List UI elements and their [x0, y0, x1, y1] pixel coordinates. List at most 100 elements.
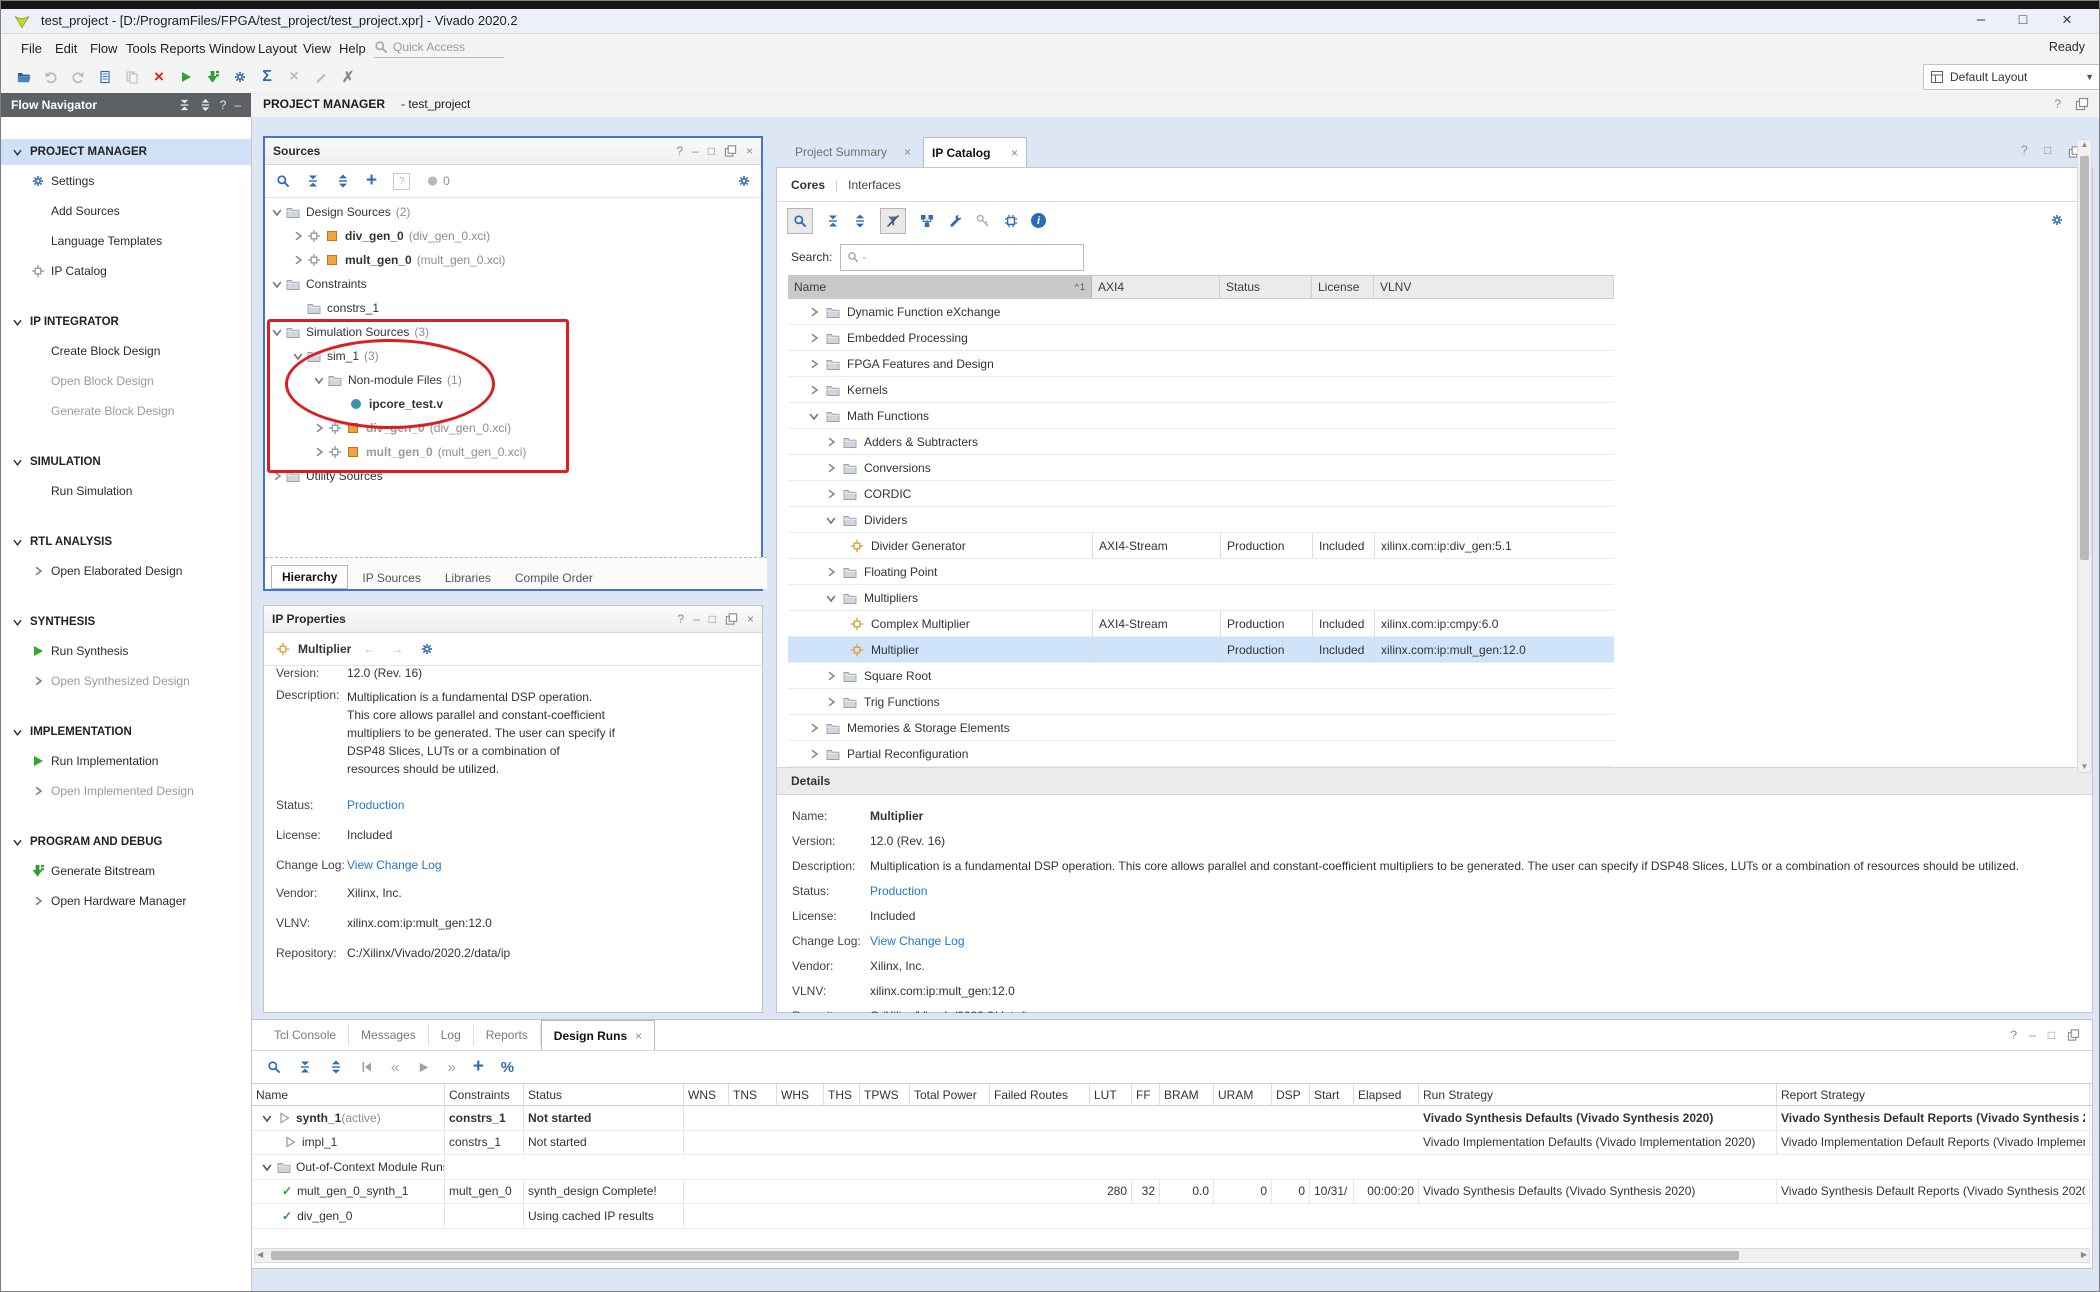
undo-icon[interactable]: [42, 68, 60, 86]
flownav-item-open-synthesized-design[interactable]: Open Synthesized Design: [1, 669, 251, 693]
close-icon[interactable]: ×: [904, 145, 911, 159]
column-header-bram[interactable]: BRAM: [1160, 1084, 1214, 1105]
generate-bitstream-icon[interactable]: [204, 68, 222, 86]
flownav-section-0[interactable]: PROJECT MANAGER: [1, 139, 251, 165]
gear-icon[interactable]: [419, 642, 434, 657]
chevron-down-icon[interactable]: [260, 1111, 274, 1125]
column-header-ths[interactable]: THS: [824, 1084, 860, 1105]
flownav-item-add-sources[interactable]: Add Sources: [1, 199, 251, 223]
scroll-left-arrow[interactable]: ◀: [257, 1250, 263, 1259]
close-icon[interactable]: ×: [746, 144, 753, 158]
catalog-row-dividers[interactable]: Dividers: [788, 507, 1614, 533]
minimize-button[interactable]: –: [1963, 11, 1999, 28]
gear-icon[interactable]: [2049, 212, 2064, 227]
flownav-item-language-templates[interactable]: Language Templates: [1, 229, 251, 253]
flownav-section-4[interactable]: SYNTHESIS: [1, 609, 251, 635]
previous-runs-icon[interactable]: «: [391, 1059, 399, 1076]
close-button[interactable]: ×: [2049, 10, 2085, 30]
design-runs-row-div-gen-0[interactable]: ✓div_gen_0Using cached IP results: [252, 1204, 2092, 1229]
flownav-item-run-implementation[interactable]: Run Implementation: [1, 749, 251, 773]
hierarchy-view-icon[interactable]: [919, 213, 934, 228]
flownav-item-open-elaborated-design[interactable]: Open Elaborated Design: [1, 559, 251, 583]
catalog-row-divider-generator[interactable]: Divider GeneratorAXI4-StreamProductionIn…: [788, 533, 1614, 559]
field-value[interactable]: View Change Log: [347, 858, 747, 872]
tab-reports[interactable]: Reports: [474, 1024, 541, 1046]
collapse-all-icon[interactable]: [178, 99, 191, 112]
chevron-right-icon[interactable]: [823, 486, 838, 501]
column-header-license[interactable]: License: [1312, 276, 1374, 298]
open-recent-project-icon[interactable]: [15, 68, 33, 86]
tab-compile-order[interactable]: Compile Order: [505, 567, 603, 589]
maximize-icon[interactable]: □: [2048, 1028, 2055, 1042]
maximize-icon[interactable]: □: [2044, 143, 2058, 159]
ip-search-input[interactable]: -: [840, 244, 1084, 271]
column-header-dsp[interactable]: DSP: [1272, 1084, 1310, 1105]
chevron-right-icon[interactable]: [823, 694, 838, 709]
help-icon[interactable]: ?: [676, 144, 683, 158]
flownav-item-generate-bitstream[interactable]: Generate Bitstream: [1, 859, 251, 883]
catalog-row-conversions[interactable]: Conversions: [788, 455, 1614, 481]
subtab-interfaces[interactable]: Interfaces: [848, 178, 901, 192]
menu-tools[interactable]: Tools: [122, 39, 160, 58]
cancel-icon[interactable]: ×: [285, 68, 303, 86]
catalog-row-dynamic-function-exchange[interactable]: Dynamic Function eXchange: [788, 299, 1614, 325]
column-header-failed-routes[interactable]: Failed Routes: [990, 1084, 1090, 1105]
search-icon[interactable]: [275, 174, 290, 189]
scroll-right-arrow[interactable]: ▶: [2081, 1250, 2087, 1259]
tree-item-mult-gen-0[interactable]: mult_gen_0(mult_gen_0.xci): [290, 248, 749, 272]
column-header-name[interactable]: Name: [252, 1084, 445, 1105]
column-header-name[interactable]: Name^1: [788, 276, 1092, 298]
chevron-down-icon[interactable]: [269, 277, 284, 292]
expand-all-icon[interactable]: [336, 174, 350, 188]
chevron-right-icon[interactable]: [823, 434, 838, 449]
subtab-cores[interactable]: Cores: [791, 178, 825, 192]
back-arrow-icon[interactable]: ←: [363, 642, 375, 656]
flownav-item-settings[interactable]: Settings: [1, 169, 251, 193]
close-icon[interactable]: ×: [747, 612, 754, 626]
collapse-all-icon[interactable]: [298, 1060, 312, 1074]
column-header-report-strategy[interactable]: Report Strategy: [1777, 1084, 2090, 1105]
catalog-row-kernels[interactable]: Kernels: [788, 377, 1614, 403]
catalog-row-fpga-features-and-design[interactable]: FPGA Features and Design: [788, 351, 1614, 377]
chevron-right-icon[interactable]: [806, 304, 821, 319]
column-header-lut[interactable]: LUT: [1090, 1084, 1132, 1105]
column-header-vlnv[interactable]: VLNV: [1374, 276, 1614, 298]
tab-design-runs[interactable]: Design Runs×: [541, 1020, 655, 1050]
maximize-icon[interactable]: □: [708, 144, 715, 158]
menu-flow[interactable]: Flow: [86, 39, 121, 58]
catalog-row-complex-multiplier[interactable]: Complex MultiplierAXI4-StreamProductionI…: [788, 611, 1614, 637]
float-icon[interactable]: [2067, 1029, 2080, 1042]
catalog-row-multiplier[interactable]: MultiplierProductionIncludedxilinx.com:i…: [788, 637, 1614, 663]
chevron-right-icon[interactable]: [311, 445, 326, 460]
chip-icon[interactable]: [1003, 213, 1018, 228]
maximize-button[interactable]: □: [2005, 11, 2041, 27]
design-runs-row-synth-1[interactable]: synth_1 (active)constrs_1Not startedViva…: [252, 1106, 2092, 1131]
tree-item-ipcore-test-v[interactable]: ipcore_test.v: [332, 392, 749, 416]
column-header-wns[interactable]: WNS: [684, 1084, 729, 1105]
flownav-item-create-block-design[interactable]: Create Block Design: [1, 339, 251, 363]
column-header-tpws[interactable]: TPWS: [860, 1084, 910, 1105]
chevron-down-icon[interactable]: [806, 408, 821, 423]
flownav-item-open-block-design[interactable]: Open Block Design: [1, 369, 251, 393]
detail-value[interactable]: Production: [870, 884, 2060, 902]
float-icon[interactable]: [2075, 97, 2089, 111]
collapse-all-icon[interactable]: [826, 214, 840, 228]
catalog-row-cordic[interactable]: CORDIC: [788, 481, 1614, 507]
tree-item-div-gen-0[interactable]: div_gen_0(div_gen_0.xci): [290, 224, 749, 248]
tab-ip-catalog[interactable]: IP Catalog×: [923, 137, 1027, 167]
tree-item-simulation-sources[interactable]: Simulation Sources(3): [269, 320, 749, 344]
chevron-down-icon[interactable]: [823, 512, 838, 527]
tree-item-div-gen-0[interactable]: div_gen_0(div_gen_0.xci): [311, 416, 749, 440]
catalog-row-floating-point[interactable]: Floating Point: [788, 559, 1614, 585]
expand-all-icon[interactable]: [329, 1060, 343, 1074]
customize-ip-icon[interactable]: [947, 213, 962, 228]
close-icon[interactable]: ×: [1011, 146, 1018, 160]
chevron-right-icon[interactable]: [823, 564, 838, 579]
chevron-down-icon[interactable]: [311, 373, 326, 388]
info-icon[interactable]: i: [1031, 213, 1046, 228]
field-value[interactable]: Production: [347, 798, 747, 812]
chevron-right-icon[interactable]: [823, 668, 838, 683]
menu-layout[interactable]: Layout: [254, 39, 301, 58]
catalog-row-square-root[interactable]: Square Root: [788, 663, 1614, 689]
chevron-right-icon[interactable]: [806, 720, 821, 735]
